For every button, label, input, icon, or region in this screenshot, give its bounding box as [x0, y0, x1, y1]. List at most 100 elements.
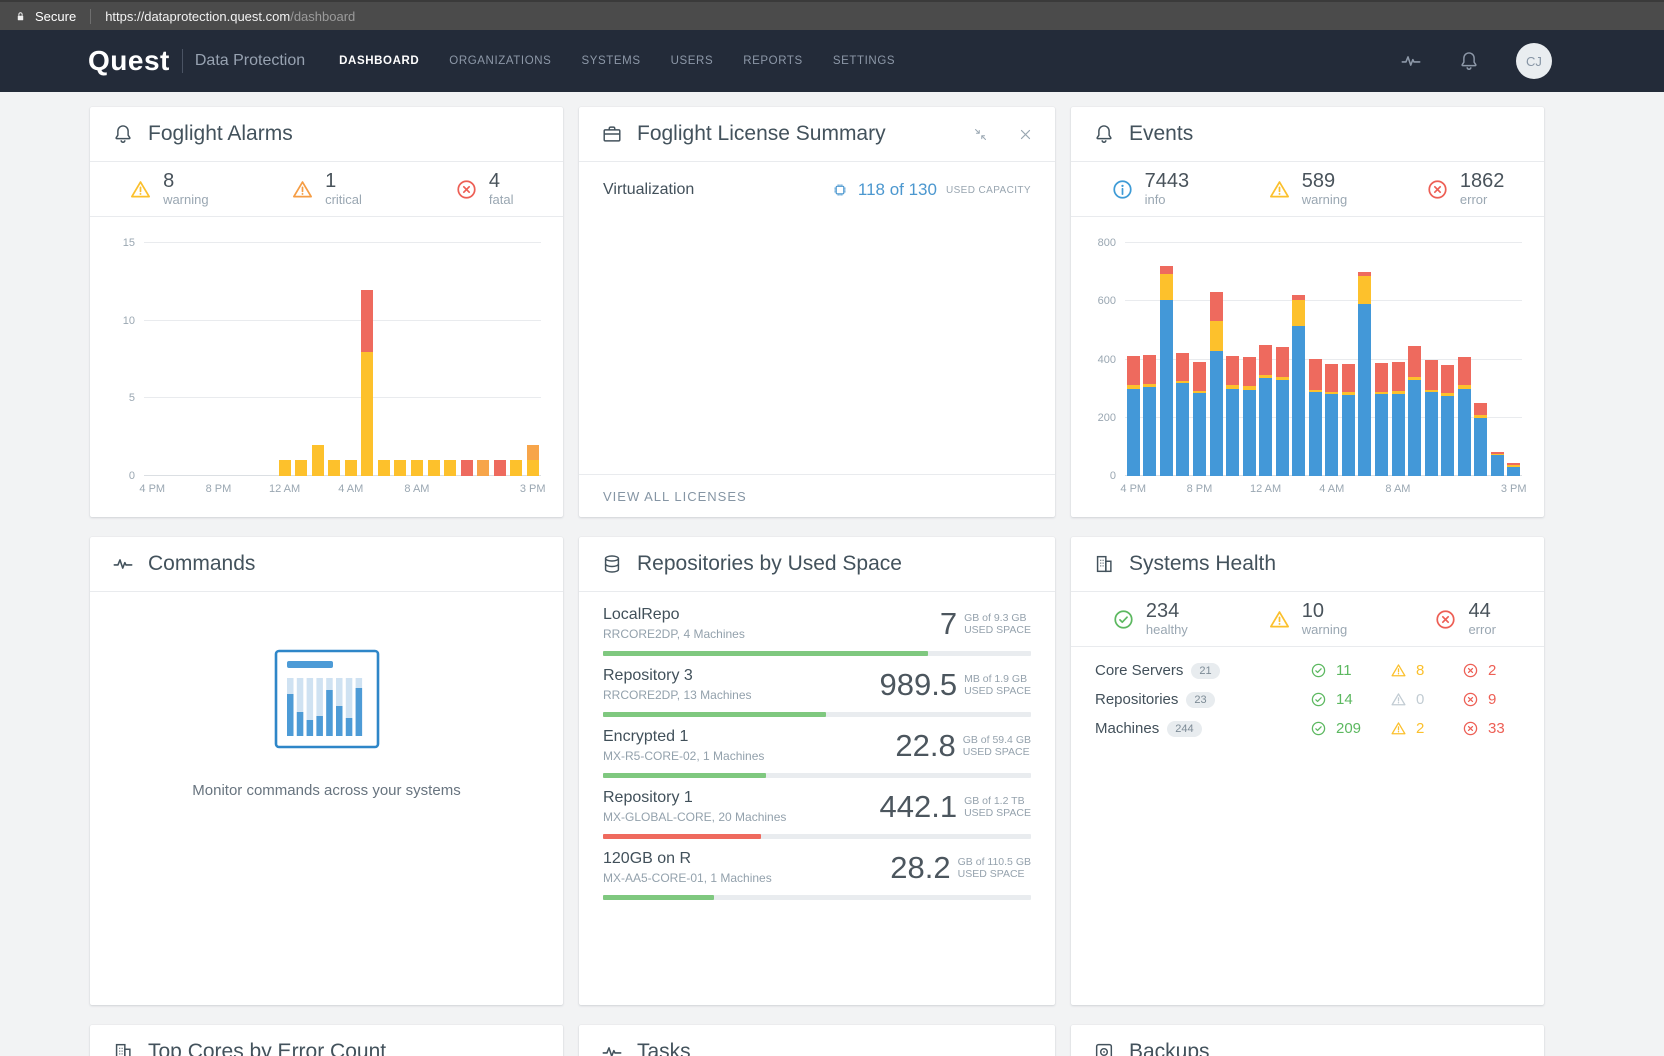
stat-healthy: 234 healthy [1071, 601, 1229, 637]
card-title-systems-health: Systems Health [1129, 552, 1277, 575]
events-bar [1292, 243, 1306, 476]
x-tick-label: 4 PM [139, 483, 166, 495]
events-bar [1441, 243, 1455, 476]
stat-value: 10 [1301, 600, 1324, 622]
repo-row: Repository 3 RRCORE2DP, 13 Machines 989.5 M… [603, 666, 1031, 717]
nav-item-users[interactable]: USERS [671, 55, 714, 67]
repo-row: 120GB on R MX-AA5-CORE-01, 1 Machines 28.2… [603, 849, 1031, 900]
nav-item-settings[interactable]: SETTINGS [833, 55, 895, 67]
events-bar [1209, 243, 1223, 476]
count-badge: 244 [1167, 720, 1202, 737]
x-tick-label: 8 PM [1186, 483, 1213, 495]
repo-row: LocalRepo RRCORE2DP, 4 Machines 7 GB of 9.3… [603, 605, 1031, 656]
alarms-bar [146, 243, 158, 476]
browser-address-bar[interactable]: Secure https://dataprotection.quest.com/… [0, 0, 1664, 30]
pulse-icon [112, 553, 134, 575]
stat-error: 1862 error [1386, 171, 1544, 207]
card-title-license-summary: Foglight License Summary [637, 122, 886, 145]
repo-name: Encrypted 1 [603, 728, 689, 745]
card-top-cores-by-error-count: Top Cores by Error Count [90, 1025, 563, 1056]
alarms-bar [377, 243, 390, 476]
health-row-label: Machines 244 [1095, 720, 1202, 737]
error-icon [1462, 662, 1479, 679]
repo-name: LocalRepo [603, 606, 680, 623]
error-icon [1434, 608, 1457, 631]
events-bar [1325, 243, 1339, 476]
alarms-bar [212, 243, 224, 476]
collapse-icon[interactable] [973, 127, 988, 142]
stat-label: error [1459, 192, 1488, 207]
stat-critical: 1 critical [248, 171, 406, 207]
license-usage: 118 of 130 [857, 180, 937, 199]
repo-used-unit: GB of 1.2 TB USED SPACE [964, 794, 1031, 819]
stat-value: 589 [1301, 170, 1336, 192]
alarms-bar [493, 243, 506, 476]
alarms-bar [427, 243, 440, 476]
critical-icon [291, 178, 314, 201]
nav-item-organizations[interactable]: ORGANIZATIONS [449, 55, 551, 67]
healthy-icon [1310, 662, 1327, 679]
stat-label: fatal [488, 192, 514, 207]
repo-name: Repository 3 [603, 667, 693, 684]
events-bar [1490, 243, 1504, 476]
repo-usage-fill [603, 834, 762, 839]
nav-item-systems[interactable]: SYSTEMS [581, 55, 640, 67]
nav-item-reports[interactable]: REPORTS [743, 55, 803, 67]
stat-label: warning [1301, 192, 1348, 207]
events-bar [1457, 243, 1471, 476]
alarms-bar [311, 243, 324, 476]
alarms-bar [477, 243, 490, 476]
nav-item-dashboard[interactable]: DASHBOARD [339, 55, 419, 67]
repo-name: Repository 1 [603, 789, 693, 806]
repo-row: Encrypted 1 MX-R5-CORE-02, 1 Machines 22.8… [603, 727, 1031, 778]
stat-error: 44 error [1386, 601, 1544, 637]
events-bar [1391, 243, 1405, 476]
repo-used-unit: GB of 59.4 GB USED SPACE [962, 733, 1031, 758]
card-title: Tasks [637, 1040, 691, 1056]
repo-used-value: 7 [939, 605, 958, 641]
stat-value: 8 [163, 170, 175, 192]
stat-warning: 8 warning [90, 171, 248, 207]
activity-icon[interactable] [1400, 50, 1422, 72]
error-icon [1462, 720, 1479, 737]
y-tick-label: 400 [1097, 353, 1116, 366]
card-title-events: Events [1129, 122, 1194, 145]
y-tick-label: 0 [128, 470, 135, 482]
alarms-bar [444, 243, 457, 476]
address-divider [90, 8, 92, 24]
warning-count: 2 [1416, 720, 1425, 737]
quest-logo: Quest [88, 45, 170, 76]
stat-info: 7443 info [1071, 171, 1229, 207]
warning-icon [1268, 608, 1291, 631]
health-row-core-servers: Core Servers 21 11 8 2 [1095, 656, 1520, 685]
y-tick-label: 10 [122, 314, 135, 327]
alarms-bar [295, 243, 308, 476]
y-tick-label: 15 [122, 237, 135, 249]
card-foglight-license-summary: Foglight License Summary Virtualization … [579, 107, 1055, 517]
events-bar [1358, 243, 1372, 476]
events-plot: 0 200 400 600 800 [1098, 237, 1522, 482]
events-stats: 7443 info 589 warning 1862 error [1071, 162, 1544, 217]
repo-used-value: 989.5 [879, 666, 958, 702]
error-count: 33 [1488, 720, 1505, 737]
repo-used-unit: GB of 9.3 GB USED SPACE [964, 611, 1031, 636]
error-icon [1426, 178, 1449, 201]
fatal-icon [455, 178, 478, 201]
stat-label: warning [163, 192, 209, 207]
license-usage-caption: USED CAPACITY [945, 184, 1031, 196]
notifications-bell-icon[interactable] [1458, 50, 1480, 72]
x-tick-label: 4 PM [1120, 483, 1147, 495]
y-tick-label: 600 [1097, 295, 1116, 308]
close-icon[interactable] [1018, 127, 1033, 142]
stat-value: 1862 [1459, 170, 1505, 192]
warning-icon [1390, 720, 1407, 737]
url-text[interactable]: https://dataprotection.quest.com/dashboa… [105, 9, 355, 24]
stat-label: info [1144, 192, 1166, 207]
repo-usage-fill [603, 895, 715, 900]
card-title: Backups [1129, 1040, 1210, 1056]
user-avatar[interactable]: CJ [1516, 43, 1552, 79]
events-bar [1192, 243, 1206, 476]
alarms-bar [278, 243, 291, 476]
health-row-repositories: Repositories 23 14 0 9 [1095, 685, 1520, 714]
view-all-licenses-link[interactable]: VIEW ALL LICENSES [603, 489, 747, 504]
